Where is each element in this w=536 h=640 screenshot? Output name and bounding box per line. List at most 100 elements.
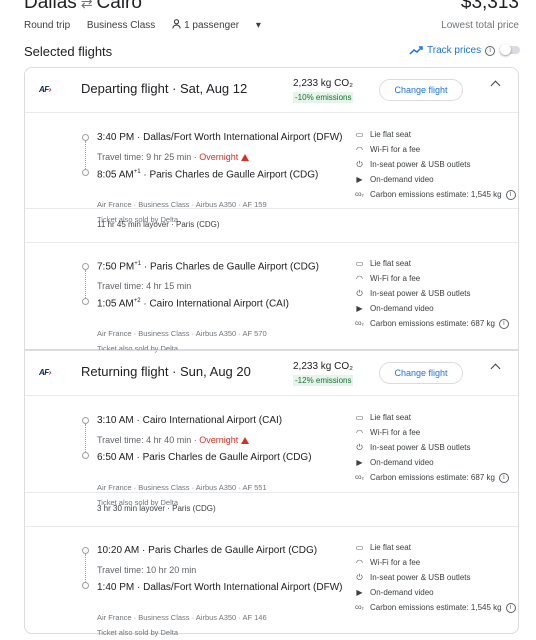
track-prices-label: Track prices xyxy=(427,45,482,56)
flight-title: Departing flight · Sat, Aug 12 xyxy=(81,81,247,96)
logo-mark: › xyxy=(48,85,52,94)
departure-time: 7:50 PM xyxy=(97,261,135,273)
origin-city: Dallas xyxy=(24,0,77,13)
change-flight-button[interactable]: Change flight xyxy=(379,362,463,384)
total-price: $3,313 xyxy=(460,0,519,13)
amenity-label: On-demand video xyxy=(370,304,434,313)
amenity-item: ▶ On-demand video xyxy=(355,172,516,187)
flight-details: Air France · Business Class · Airbus A35… xyxy=(97,483,267,492)
info-icon[interactable]: i xyxy=(505,189,516,200)
departure-airport: Cairo International Airport (CAI) xyxy=(142,415,283,426)
amenity-label: Lie flat seat xyxy=(370,259,411,268)
departure: 10:20 AM · Paris Charles de Gaulle Airpo… xyxy=(97,545,317,556)
selected-flights-title: Selected flights xyxy=(24,44,113,59)
flight-direction: Returning flight xyxy=(81,364,169,379)
also-sold-by: Ticket also sold by Delta xyxy=(97,628,179,637)
video-icon: ▶ xyxy=(356,175,363,184)
power-icon: ⏻ xyxy=(356,288,363,298)
warning-icon xyxy=(241,154,250,161)
arrival-airport: Paris Charles de Gaulle Airport (CDG) xyxy=(149,169,319,181)
amenity-item: ⏻ In-seat power & USB outlets xyxy=(355,157,516,172)
route-title: Dallas ⇄ Cairo xyxy=(24,0,142,14)
wifi-icon: ◠ xyxy=(356,428,363,437)
departure-time: 3:40 PM xyxy=(97,132,135,143)
amenity-label: In-seat power & USB outlets xyxy=(370,443,471,452)
amenity-label: Carbon emissions estimate: 687 kg xyxy=(370,473,495,482)
overnight-label: Overnight xyxy=(199,152,239,162)
airline-logo-text: AF xyxy=(39,368,49,377)
chevron-up-icon[interactable] xyxy=(490,363,501,374)
amenity-label: In-seat power & USB outlets xyxy=(370,289,471,298)
separator: · xyxy=(191,435,200,445)
wifi-icon: ◠ xyxy=(356,274,363,283)
amenity-item: ▭ Lie flat seat xyxy=(355,410,509,425)
trip-summary: Round trip Business Class 1 passenger ▾ xyxy=(24,19,289,31)
seat-icon: ▭ xyxy=(355,413,364,422)
travel-time-text: Travel time: 10 hr 20 min xyxy=(97,565,197,575)
co2-total: 2,233 kg CO₂ xyxy=(293,361,354,372)
amenity-item: ▭ Lie flat seat xyxy=(355,540,516,555)
amenity-item: ◠ Wi-Fi for a fee xyxy=(355,271,509,286)
flight-details: Air France · Business Class · Airbus A35… xyxy=(97,613,267,622)
track-prices[interactable]: Track prices i xyxy=(409,45,496,56)
info-icon[interactable]: i xyxy=(505,602,516,613)
trip-type: Round trip xyxy=(24,20,71,31)
wifi-icon: ◠ xyxy=(356,145,363,154)
co2-total: 2,233 kg CO₂ xyxy=(293,78,354,89)
chevron-up-icon[interactable] xyxy=(490,80,501,91)
separator: · xyxy=(141,261,150,273)
track-prices-toggle[interactable] xyxy=(500,44,520,55)
arrival-dot xyxy=(82,582,89,589)
amenity-label: Wi-Fi for a fee xyxy=(370,274,421,283)
info-icon[interactable]: i xyxy=(498,472,509,483)
lowest-price-label: Lowest total price xyxy=(441,20,519,31)
flight-date: Sat, Aug 12 xyxy=(180,81,248,96)
flight-date: Sun, Aug 20 xyxy=(180,364,251,379)
swap-icon: ⇄ xyxy=(80,0,93,11)
co2-icon: co₂ xyxy=(355,320,364,327)
passenger-count: 1 passenger xyxy=(184,20,240,31)
amenity-label: Lie flat seat xyxy=(370,543,411,552)
amenity-item: ◠ Wi-Fi for a fee xyxy=(355,425,509,440)
amenities-list: ▭ Lie flat seat ◠ Wi-Fi for a fee ⏻ In-seat p… xyxy=(355,127,516,202)
video-icon: ▶ xyxy=(356,588,363,597)
amenities-list: ▭ Lie flat seat ◠ Wi-Fi for a fee ⏻ In-seat p… xyxy=(355,410,509,485)
passenger-selector[interactable]: 1 passenger ▾ xyxy=(172,19,275,31)
layover-text: 3 hr 30 min layover · Paris (CDG) xyxy=(97,504,216,513)
arrival-airport: Paris Charles de Gaulle Airport (CDG) xyxy=(142,452,312,463)
amenity-item: ⏻ In-seat power & USB outlets xyxy=(355,570,516,585)
departure-airport: Paris Charles de Gaulle Airport (CDG) xyxy=(149,261,319,273)
info-icon[interactable]: i xyxy=(485,45,496,56)
amenity-label: On-demand video xyxy=(370,458,434,467)
travel-time: Travel time: 9 hr 25 min · Overnight xyxy=(97,152,250,162)
arrival-time: 8:05 AM xyxy=(97,169,134,181)
amenity-label: Carbon emissions estimate: 1,545 kg xyxy=(370,190,502,199)
airline-logo-text: AF xyxy=(39,85,49,94)
separator: · xyxy=(168,81,181,96)
amenity-label: In-seat power & USB outlets xyxy=(370,573,471,582)
travel-time-text: Travel time: 4 hr 40 min xyxy=(97,435,192,445)
power-icon: ⏻ xyxy=(356,442,363,452)
flight-details: Air France · Business Class · Airbus A35… xyxy=(97,329,267,338)
route-line xyxy=(85,270,86,298)
amenities-list: ▭ Lie flat seat ◠ Wi-Fi for a fee ⏻ In-seat p… xyxy=(355,540,516,615)
co2-icon: co₂ xyxy=(355,474,364,481)
separator: · xyxy=(134,132,144,143)
destination-city: Cairo xyxy=(96,0,142,13)
trend-icon xyxy=(409,46,423,55)
amenity-item: co₂ Carbon emissions estimate: 1,545 kg i xyxy=(355,187,516,202)
change-flight-button[interactable]: Change flight xyxy=(379,79,463,101)
departure-time: 3:10 AM xyxy=(97,415,134,426)
info-icon[interactable]: i xyxy=(498,318,509,329)
person-icon xyxy=(172,19,181,29)
arrival-dot xyxy=(82,169,89,176)
departing-flight-card: AF› Departing flight · Sat, Aug 12 2,233 k… xyxy=(24,67,519,353)
amenity-item: ◠ Wi-Fi for a fee xyxy=(355,142,516,157)
travel-time-text: Travel time: 4 hr 15 min xyxy=(97,281,192,291)
separator: · xyxy=(133,415,143,426)
arrival-airport: Cairo International Airport (CAI) xyxy=(149,298,289,310)
departure-dot xyxy=(82,134,89,141)
seat-icon: ▭ xyxy=(355,543,364,552)
air-france-logo: AF› xyxy=(39,85,51,94)
departure-time: 10:20 AM xyxy=(97,545,140,556)
